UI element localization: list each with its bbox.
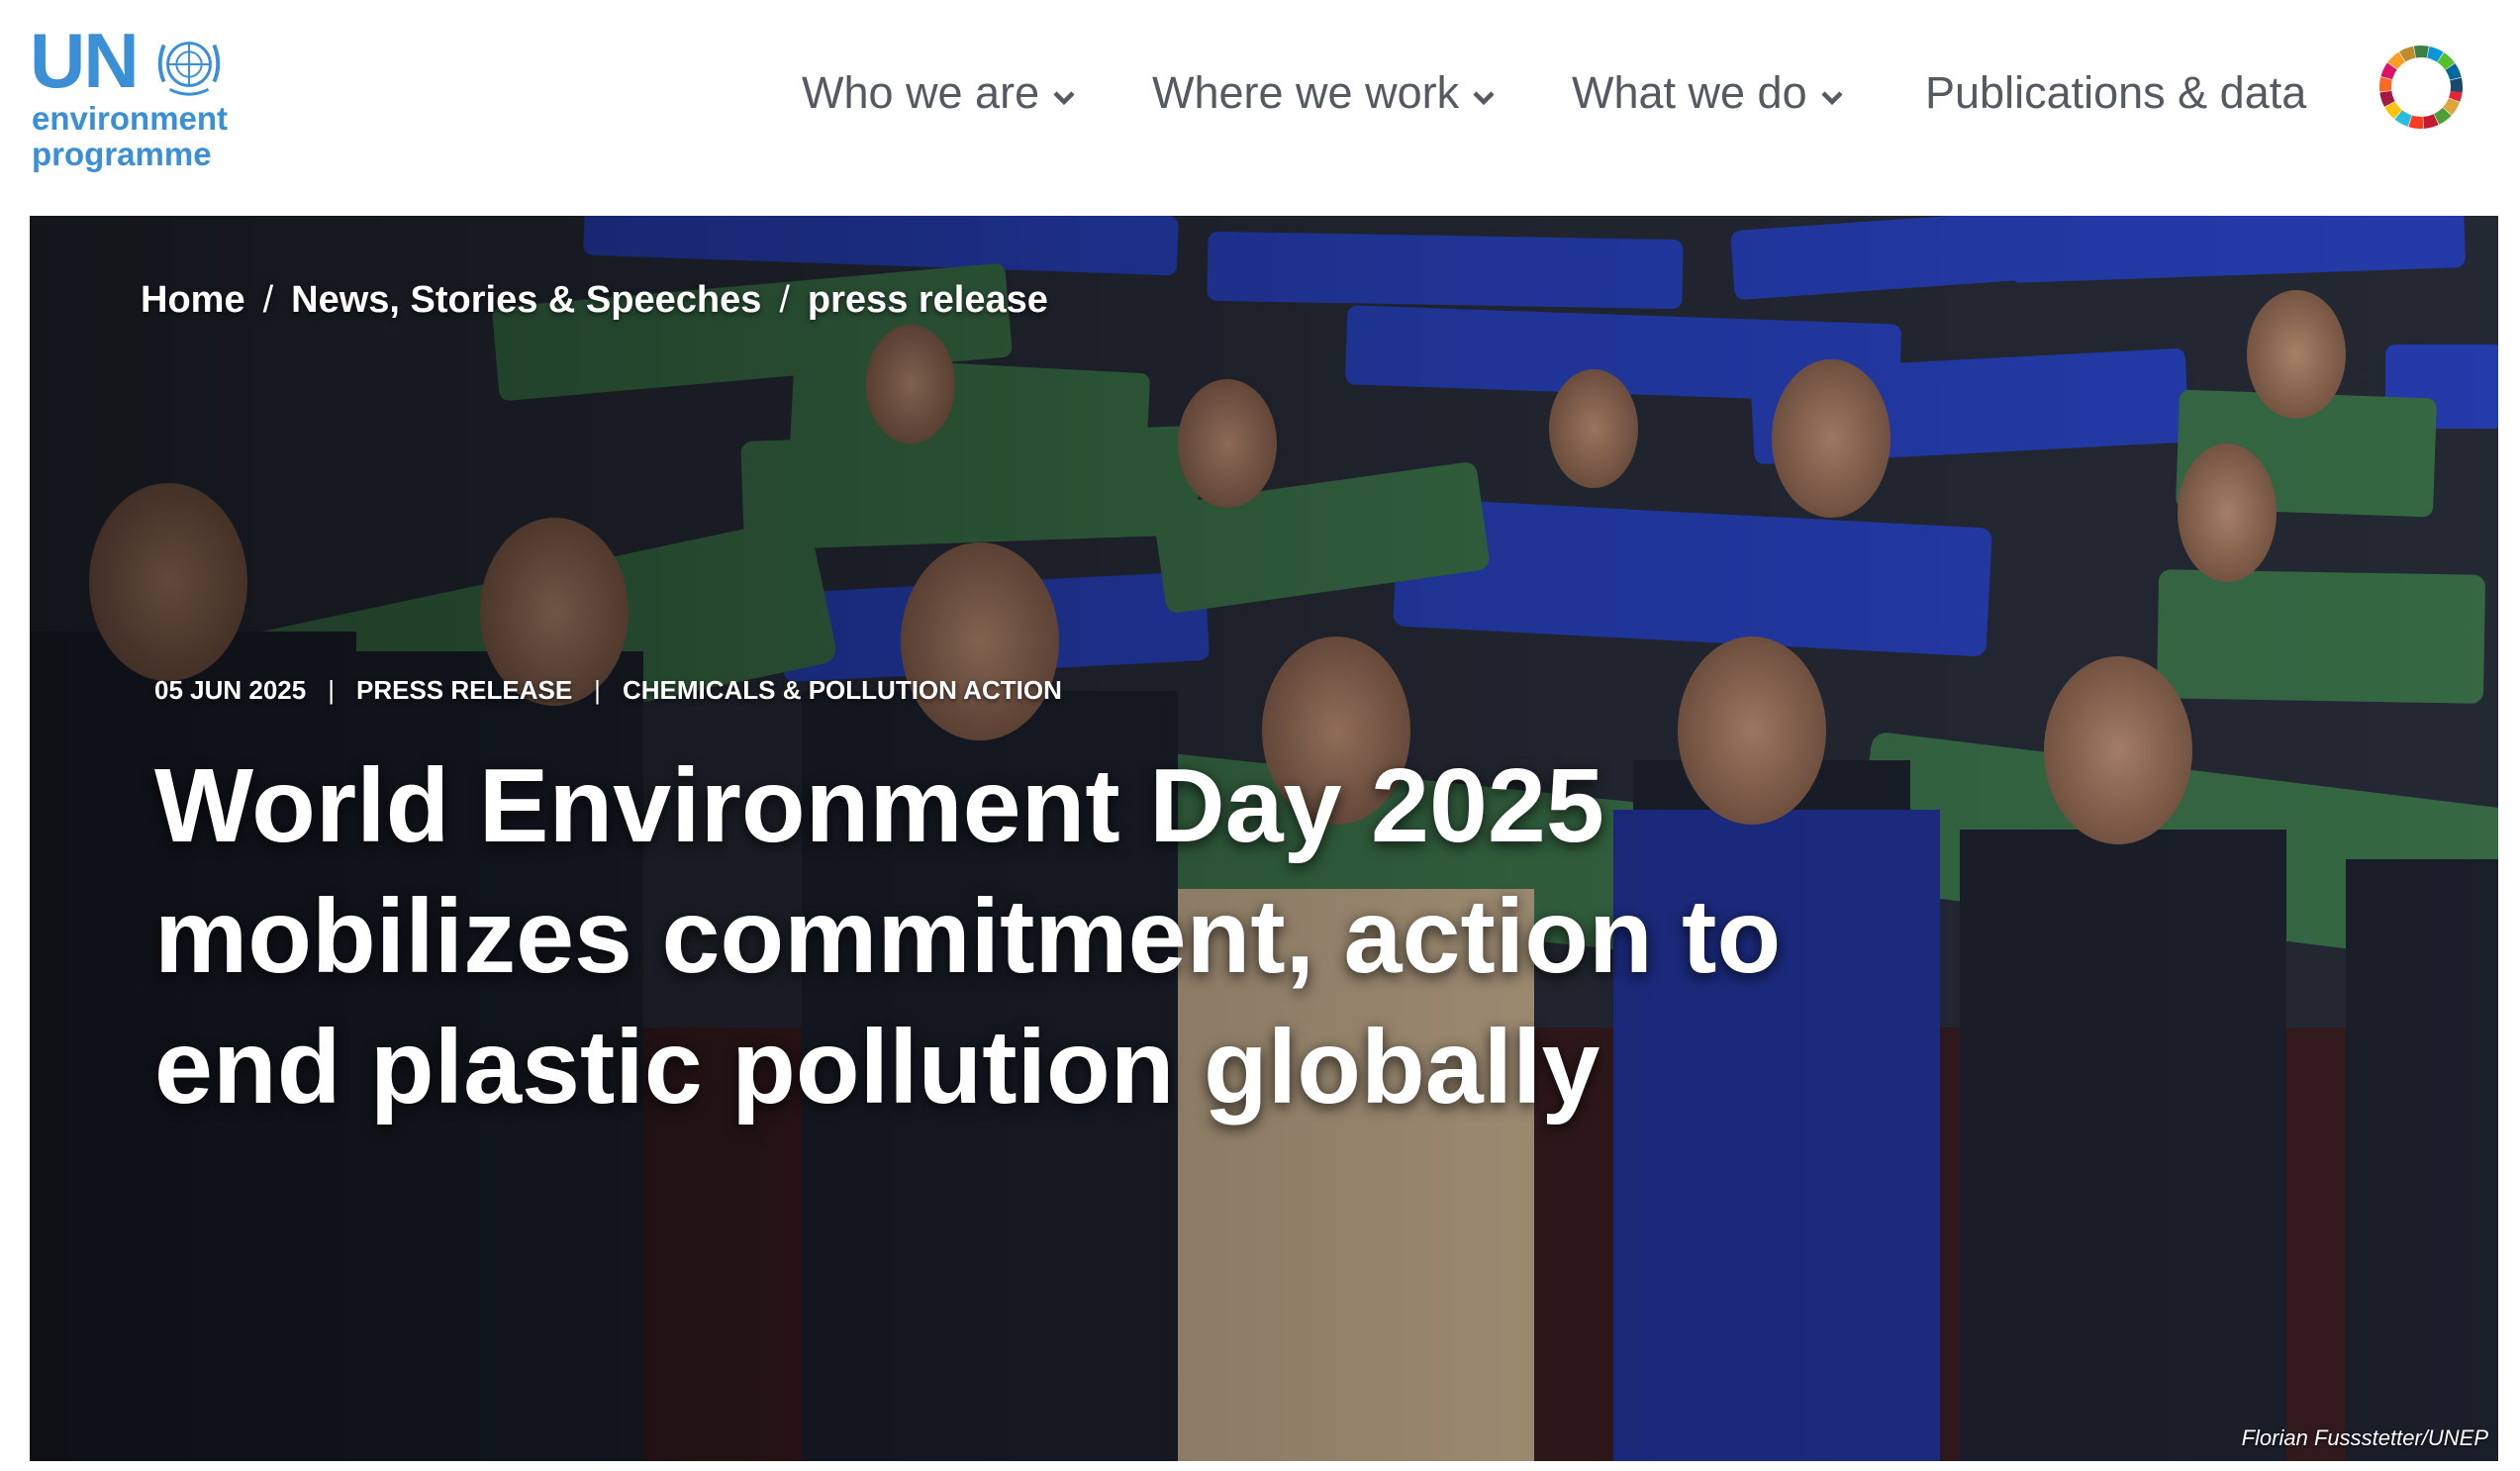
nav-where-we-work[interactable]: Where we work <box>1152 63 1499 123</box>
unep-logo[interactable]: UN environment programme <box>30 22 242 180</box>
meta-separator: | <box>594 675 601 705</box>
nav-publications-data[interactable]: Publications & data <box>1925 63 2306 123</box>
nav-publications-data-label: Publications & data <box>1925 67 2307 118</box>
meta-separator: | <box>328 675 335 705</box>
logo-line-environment: environment <box>32 100 229 137</box>
nav-where-we-work-label: Where we work <box>1152 67 1460 118</box>
chevron-down-icon <box>1821 91 1843 106</box>
nav-who-we-are-label: Who we are <box>802 67 1040 118</box>
un-emblem-icon <box>157 42 221 96</box>
nav-what-we-do[interactable]: What we do <box>1572 63 1847 123</box>
chevron-down-icon <box>1053 91 1075 106</box>
breadcrumb-news-stories-speeches[interactable]: News, Stories & Speeches <box>291 279 761 322</box>
sdg-wheel-icon[interactable] <box>2377 44 2465 131</box>
breadcrumb-home[interactable]: Home <box>141 279 245 322</box>
site-header: UN environment programme Who we are Wher… <box>0 0 2520 216</box>
article-date: 05 JUN 2025 <box>154 675 307 705</box>
chevron-down-icon <box>1473 91 1495 106</box>
article-topic-link[interactable]: CHEMICALS & POLLUTION ACTION <box>623 675 1062 706</box>
breadcrumb: Home / News, Stories & Speeches / press … <box>141 279 1048 322</box>
hero-banner: Home / News, Stories & Speeches / press … <box>30 216 2498 1461</box>
logo-line-programme: programme <box>32 136 212 172</box>
breadcrumb-separator: / <box>779 279 790 321</box>
article-type-link[interactable]: PRESS RELEASE <box>356 675 572 706</box>
page-title: World Environment Day 2025 mobilizes com… <box>154 747 1782 1126</box>
nav-what-we-do-label: What we do <box>1572 67 1807 118</box>
nav-who-we-are[interactable]: Who we are <box>802 63 1079 123</box>
article-meta: 05 JUN 2025 | PRESS RELEASE | CHEMICALS … <box>154 675 1062 706</box>
logo-un-text: UN <box>30 17 140 104</box>
breadcrumb-separator: / <box>262 279 274 321</box>
breadcrumb-current: press release <box>807 279 1048 321</box>
photo-credit: Florian Fussstetter/UNEP <box>2241 1425 2488 1450</box>
logo-wordmark: environment programme <box>32 101 228 172</box>
